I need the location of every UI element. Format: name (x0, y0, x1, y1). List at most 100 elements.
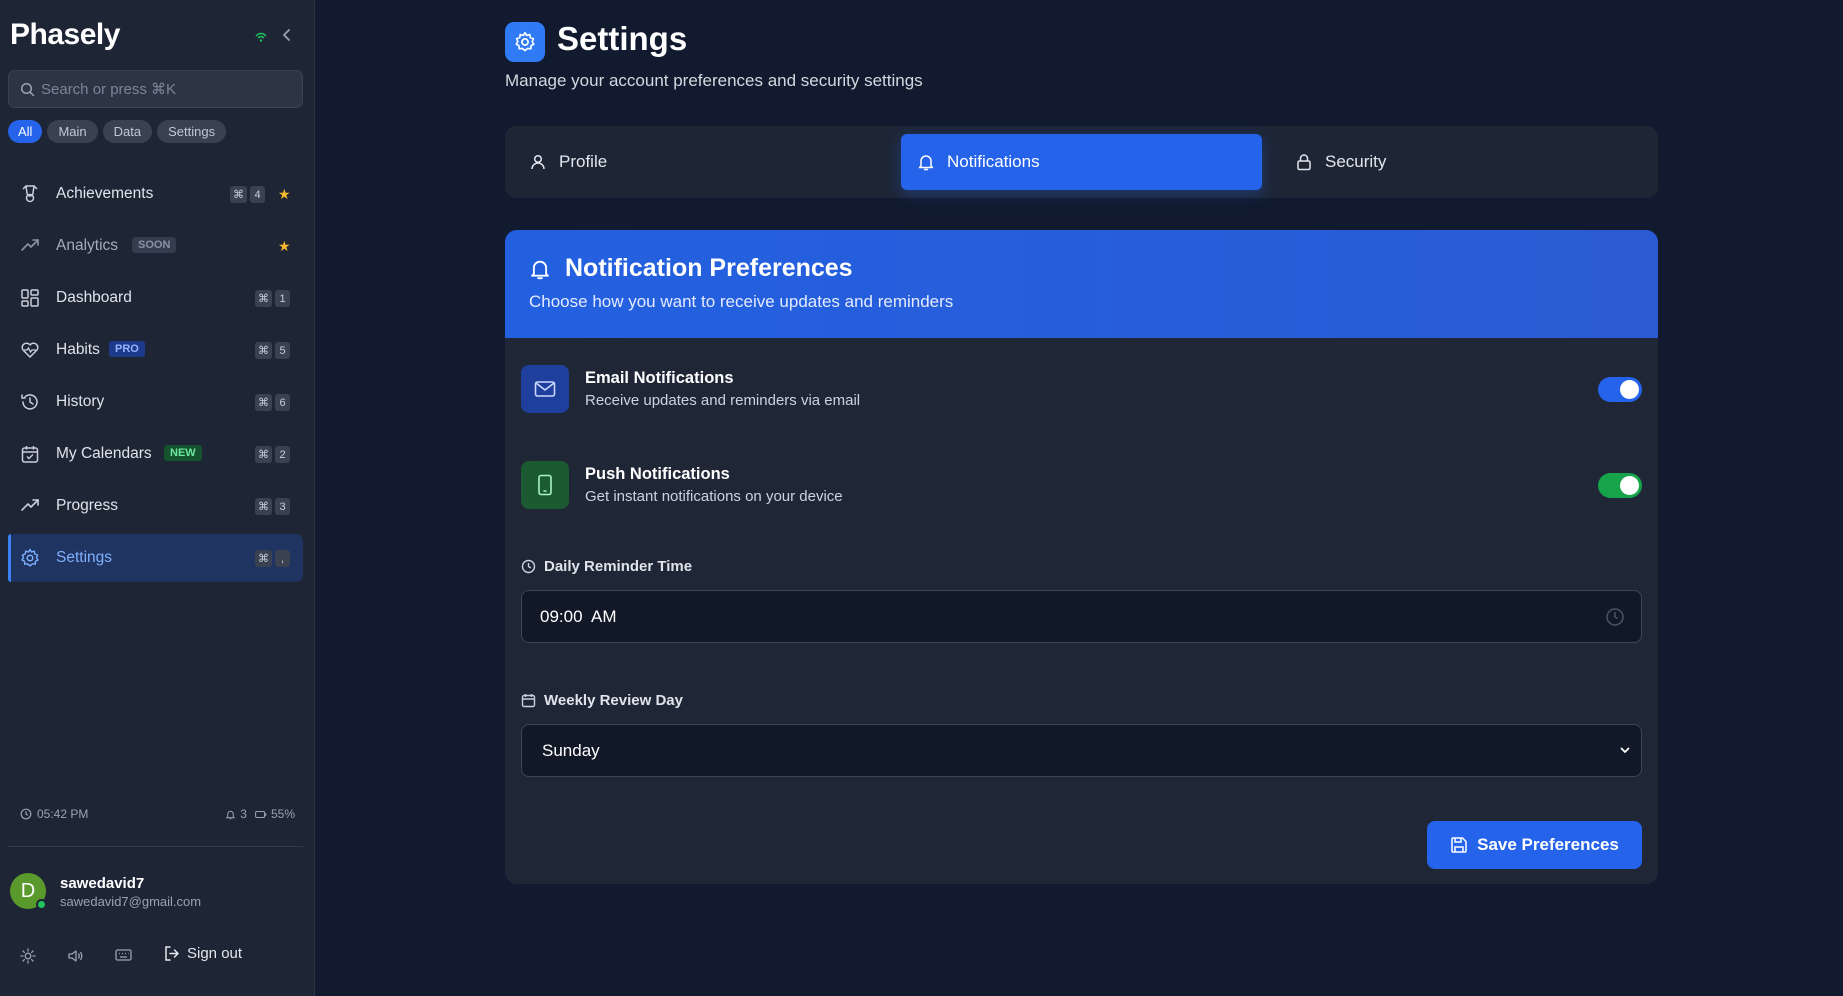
email-notifications-toggle[interactable] (1598, 377, 1642, 402)
search-input[interactable] (41, 71, 296, 107)
heart-pulse-icon (20, 340, 40, 360)
sidebar-item-label: My Calendars (56, 445, 152, 462)
filter-settings[interactable]: Settings (157, 120, 227, 143)
sidebar-item-label: Progress (56, 497, 119, 514)
email-notifications-title: Email Notifications (585, 369, 734, 387)
trending-up-icon (20, 496, 40, 516)
weekly-review-label: Weekly Review Day (521, 692, 683, 709)
save-preferences-button[interactable]: Save Preferences (1427, 821, 1642, 869)
sidebar-item-label: Achievements (56, 185, 154, 202)
tab-label: Notifications (947, 152, 1040, 171)
sidebar-nav: Achievements ⌘ 4 ★ Analytics SOON ★ Dashb… (8, 170, 303, 586)
shortcut-hint: ⌘ 4 (230, 186, 265, 203)
main-content: Settings Manage your account preferences… (316, 0, 1843, 996)
lock-icon (1295, 153, 1313, 171)
gear-icon (20, 548, 40, 568)
app-logo: Phasely (10, 18, 120, 51)
clock-readout: 05:42 PM (20, 807, 88, 821)
chevron-down-icon (1619, 744, 1631, 756)
sidebar-item-label: History (56, 393, 105, 410)
pro-badge: PRO (109, 341, 145, 357)
notification-count: 3 (240, 807, 247, 821)
history-icon (20, 392, 40, 412)
bottom-toolbar: Sign out (20, 945, 300, 967)
sidebar-item-label: Dashboard (56, 289, 132, 306)
sidebar-item-my-calendars[interactable]: My Calendars NEW ⌘ 2 (8, 430, 303, 478)
sidebar-item-progress[interactable]: Progress ⌘ 3 (8, 482, 303, 530)
daily-reminder-label: Daily Reminder Time (521, 558, 692, 575)
sign-out-button[interactable]: Sign out (163, 945, 242, 962)
trophy-icon (20, 184, 40, 204)
tab-label: Profile (559, 152, 608, 171)
search-icon (20, 82, 35, 97)
smartphone-icon (521, 461, 569, 509)
sidebar-item-label: Habits (56, 341, 100, 358)
sidebar-item-habits[interactable]: Habits PRO ⌘ 5 (8, 326, 303, 374)
sidebar-divider (8, 846, 303, 847)
card-title: Notification Preferences (565, 254, 853, 282)
sign-out-label: Sign out (187, 945, 243, 962)
sidebar-item-dashboard[interactable]: Dashboard ⌘ 1 (8, 274, 303, 322)
user-icon (529, 153, 547, 171)
sidebar-item-analytics[interactable]: Analytics SOON ★ (8, 222, 303, 270)
shortcut-hint: ⌘ 2 (255, 446, 290, 463)
battery-level: 55% (270, 807, 295, 821)
keyboard-icon[interactable] (115, 948, 132, 962)
new-badge: NEW (164, 445, 202, 461)
email-notifications-desc: Receive updates and reminders via email (585, 392, 861, 409)
trending-up-icon (20, 236, 40, 256)
filter-main[interactable]: Main (47, 120, 98, 143)
volume-icon[interactable] (67, 948, 84, 964)
filter-all[interactable]: All (8, 120, 43, 143)
weekly-review-day-select[interactable]: Sunday (521, 724, 1642, 777)
filter-data[interactable]: Data (102, 120, 153, 143)
shortcut-hint: ⌘ 6 (255, 394, 290, 411)
shortcut-hint: ⌘ 1 (255, 290, 290, 307)
settings-title-icon (505, 22, 545, 62)
sidebar: Phasely All Main Data Settings Achieveme… (0, 0, 315, 996)
calendar-icon (521, 693, 536, 708)
sidebar-item-history[interactable]: History ⌘ 6 (8, 378, 303, 426)
push-notifications-desc: Get instant notifications on your device (585, 488, 843, 505)
filter-chips: All Main Data Settings (8, 120, 227, 143)
sun-icon[interactable] (20, 948, 36, 964)
push-notifications-toggle[interactable] (1598, 473, 1642, 498)
clock-icon[interactable] (1605, 607, 1625, 627)
collapse-sidebar-button[interactable] (280, 28, 294, 42)
battery-icon (255, 810, 267, 819)
search-box (8, 70, 303, 108)
sidebar-item-label: Settings (56, 549, 113, 566)
save-icon (1450, 836, 1468, 854)
bell-icon (529, 258, 551, 280)
sidebar-item-achievements[interactable]: Achievements ⌘ 4 ★ (8, 170, 303, 218)
status-time: 05:42 PM (37, 807, 89, 821)
tab-notifications[interactable]: Notifications (901, 134, 1262, 190)
sidebar-item-settings[interactable]: Settings ⌘, (8, 534, 303, 582)
status-indicators: 3 55% (225, 807, 295, 821)
shortcut-hint: ⌘, (255, 550, 290, 567)
online-status-dot (36, 899, 47, 910)
shortcut-hint: ⌘ 5 (255, 342, 290, 359)
email-notifications-row: Email Notifications Receive updates and … (521, 365, 1642, 415)
calendar-icon (20, 444, 40, 464)
user-name: sawedavid7 (60, 875, 145, 892)
card-subtitle: Choose how you want to receive updates a… (529, 292, 954, 311)
card-header: Notification Preferences Choose how you … (505, 230, 1658, 338)
user-email: sawedavid7@gmail.com (60, 894, 202, 909)
page-subtitle: Manage your account preferences and secu… (505, 71, 923, 90)
wifi-icon (255, 32, 267, 42)
tab-label: Security (1325, 152, 1387, 171)
mail-icon (521, 365, 569, 413)
settings-tabs: Profile Notifications Security (505, 126, 1658, 198)
star-icon[interactable]: ★ (278, 186, 291, 203)
dashboard-icon (20, 288, 40, 308)
sidebar-item-label: Analytics (56, 237, 119, 254)
reminder-time-value: 09:00 AM (540, 607, 617, 626)
sign-out-icon (163, 945, 180, 962)
tab-profile[interactable]: Profile (505, 134, 895, 190)
star-icon[interactable]: ★ (278, 238, 291, 255)
page-title: Settings (557, 20, 688, 57)
tab-security[interactable]: Security (1275, 134, 1658, 190)
daily-reminder-time-input[interactable]: 09:00 AM (521, 590, 1642, 643)
notification-preferences-card: Notification Preferences Choose how you … (505, 230, 1658, 884)
